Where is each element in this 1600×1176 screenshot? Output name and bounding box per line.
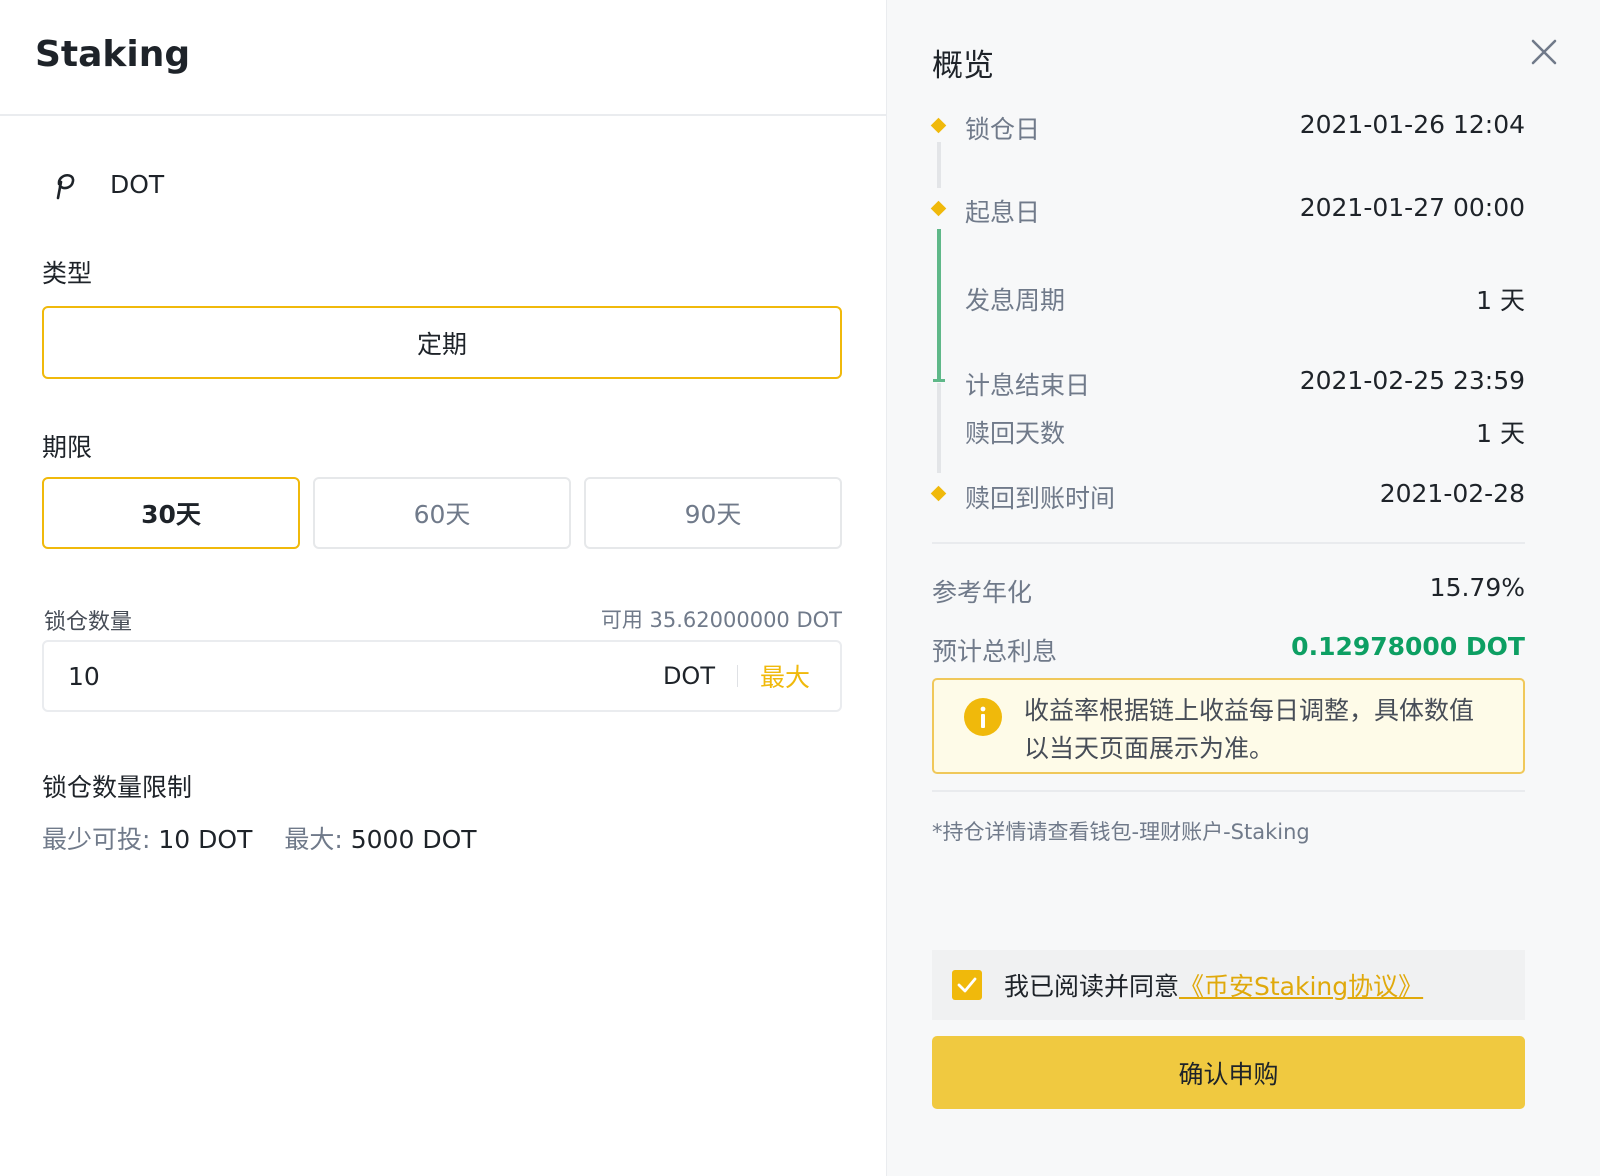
- limits-row: 最少可投: 10 DOT 最大: 5000 DOT: [42, 820, 477, 856]
- amount-input[interactable]: [68, 661, 663, 691]
- term-label: 期限: [42, 433, 93, 462]
- timeline-diamond-icon: [930, 485, 947, 502]
- limits-label: 锁仓数量限制: [42, 773, 193, 802]
- staking-form-panel: Staking DOT 类型 定期 期限 30天 60天 90天 锁仓数量 可用…: [0, 0, 886, 1176]
- apy-row: 参考年化 15.79%: [932, 573, 1525, 609]
- min-limit-value: 10 DOT: [158, 825, 253, 854]
- notice-line-2: 以当天页面展示为准。: [1024, 734, 1275, 763]
- type-label: 类型: [42, 259, 93, 288]
- notice-divider: [932, 790, 1525, 792]
- title-divider: [0, 114, 886, 116]
- notice-line-1: 收益率根据链上收益每日调整，具体数值: [1024, 696, 1475, 725]
- holding-note: *持仓详情请查看钱包-理财账户-Staking: [932, 820, 1310, 844]
- overview-panel: 概览 锁仓日 2021-01-26 12:04 起息日 2021-01-27 0…: [886, 0, 1600, 1176]
- agree-checkbox[interactable]: [952, 970, 982, 1000]
- max-limit-value: 5000 DOT: [350, 825, 477, 854]
- amount-unit: DOT: [662, 662, 715, 690]
- max-limit: 最大: 5000 DOT: [284, 820, 476, 856]
- redeem-arrival-value: 2021-02-28: [1379, 479, 1525, 508]
- confirm-subscribe-button[interactable]: 确认申购: [932, 1036, 1525, 1109]
- lock-date-value: 2021-01-26 12:04: [1299, 110, 1525, 139]
- interest-value: 0.12978000 DOT: [1291, 632, 1525, 661]
- info-icon: [964, 698, 1002, 736]
- redeem-days-value: 1 天: [1476, 419, 1525, 448]
- term-option-90[interactable]: 90天: [584, 477, 842, 549]
- min-limit: 最少可投: 10 DOT: [42, 820, 252, 856]
- interest-end-row: 计息结束日 2021-02-25 23:59: [965, 366, 1525, 402]
- redeem-arrival-label: 赎回到账时间: [965, 484, 1116, 513]
- agreement-link[interactable]: 《币安Staking协议》: [1179, 967, 1423, 1003]
- checkmark-icon: [957, 977, 977, 993]
- max-limit-label: 最大:: [284, 825, 343, 854]
- payout-cycle-row: 发息周期 1 天: [965, 281, 1525, 317]
- amount-separator: [736, 665, 738, 687]
- term-option-60[interactable]: 60天: [313, 477, 571, 549]
- redeem-arrival-row: 赎回到账时间 2021-02-28: [965, 479, 1525, 515]
- interest-label: 预计总利息: [932, 637, 1058, 666]
- amount-field: DOT 最大: [42, 640, 842, 712]
- agree-text: 我已阅读并同意: [1004, 972, 1180, 1001]
- term-option-30[interactable]: 30天: [42, 477, 300, 549]
- interest-start-row: 起息日 2021-01-27 00:00: [965, 193, 1525, 229]
- interest-end-value: 2021-02-25 23:59: [1299, 366, 1525, 395]
- overview-divider: [932, 542, 1525, 544]
- yield-notice: 收益率根据链上收益每日调整，具体数值 以当天页面展示为准。: [932, 678, 1525, 774]
- page-title: Staking: [35, 34, 191, 75]
- apy-value: 15.79%: [1429, 573, 1525, 602]
- min-limit-label: 最少可投:: [42, 825, 151, 854]
- interest-end-label: 计息结束日: [965, 371, 1091, 400]
- lock-date-label: 锁仓日: [965, 115, 1041, 144]
- type-option-fixed[interactable]: 定期: [42, 306, 842, 379]
- timeline-line-grey: [937, 142, 941, 188]
- agreement-row: 我已阅读并同意 《币安Staking协议》: [932, 950, 1525, 1020]
- polkadot-icon: [56, 174, 75, 200]
- coin-name: DOT: [110, 169, 165, 199]
- timeline-diamond-icon: [930, 200, 947, 217]
- overview-title: 概览: [932, 48, 994, 84]
- payout-cycle-label: 发息周期: [965, 286, 1066, 315]
- interest-start-value: 2021-01-27 00:00: [1299, 193, 1525, 222]
- max-button[interactable]: 最大: [760, 658, 810, 694]
- redeem-days-row: 赎回天数 1 天: [965, 414, 1525, 450]
- lock-date-row: 锁仓日 2021-01-26 12:04: [965, 110, 1525, 146]
- payout-cycle-value: 1 天: [1476, 286, 1525, 315]
- timeline-line-green: [937, 229, 941, 381]
- timeline-line-grey-lower: [937, 383, 941, 473]
- close-icon[interactable]: [1530, 38, 1558, 66]
- apy-label: 参考年化: [932, 578, 1033, 607]
- coin-row: DOT: [52, 166, 164, 202]
- interest-start-label: 起息日: [965, 198, 1041, 227]
- available-balance: 可用 35.62000000 DOT: [600, 608, 842, 632]
- interest-row: 预计总利息 0.12978000 DOT: [932, 632, 1525, 668]
- timeline-diamond-icon: [930, 117, 947, 134]
- redeem-days-label: 赎回天数: [965, 419, 1066, 448]
- timeline-tick: [933, 379, 945, 382]
- amount-label: 锁仓数量: [44, 610, 133, 635]
- notice-text: 收益率根据链上收益每日调整，具体数值 以当天页面展示为准。: [1024, 692, 1474, 772]
